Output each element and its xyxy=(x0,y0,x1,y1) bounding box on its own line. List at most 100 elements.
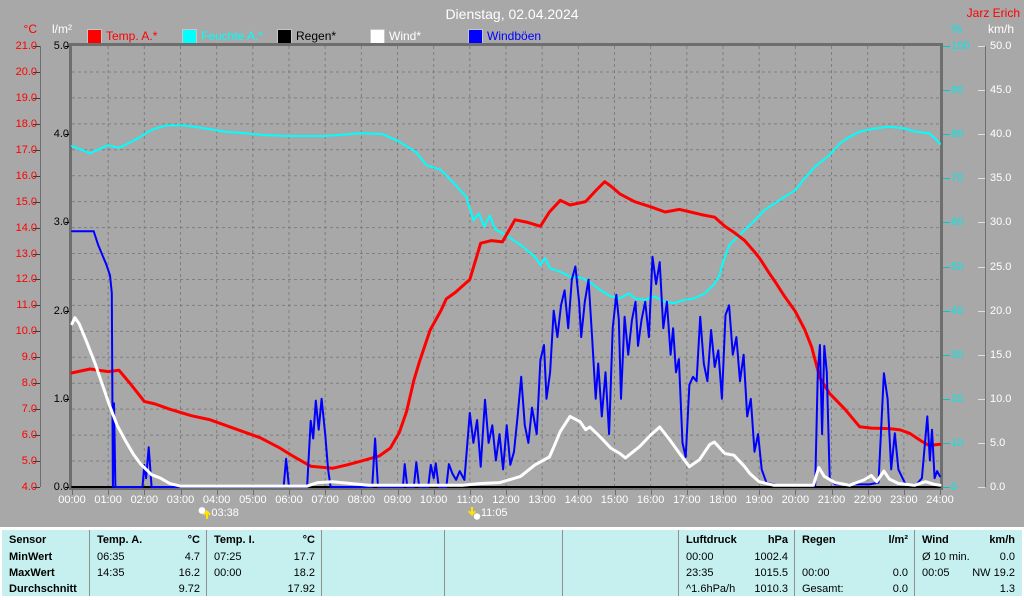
cell-value: 9.72 xyxy=(178,583,200,595)
wind-axis-label: 20.0 xyxy=(990,304,1012,317)
table-column xyxy=(563,530,679,596)
humidity-axis-tick xyxy=(943,354,950,356)
time-axis-label: 08:00 xyxy=(347,494,376,506)
wind-axis-unit: km/h xyxy=(988,22,1015,36)
wind-axis-label: 35.0 xyxy=(990,172,1012,185)
legend-swatch-icon xyxy=(468,28,483,44)
row-label: Durchschnitt xyxy=(9,583,77,595)
legend-label: Windböen xyxy=(487,29,542,43)
legend-item: Temp. A.* xyxy=(87,28,158,44)
humidity-axis-tick xyxy=(943,134,950,136)
wind-axis-tick xyxy=(978,354,985,356)
temp-axis-tick xyxy=(33,97,40,99)
legend-item: Wind* xyxy=(370,28,422,44)
wind-axis-tick xyxy=(978,310,985,312)
rain-axis-unit: l/m² xyxy=(52,22,72,36)
row-label: MinWert xyxy=(9,551,53,563)
legend-item: Feuchte A.* xyxy=(182,28,263,44)
moonset-marker: 11:05 xyxy=(467,506,508,520)
humidity-axis-tick xyxy=(943,310,950,312)
wind-axis-tick xyxy=(978,134,985,136)
wind-axis-label: 15.0 xyxy=(990,348,1012,361)
humidity-axis-label: 100 xyxy=(951,40,970,52)
cell-time: 00:05 xyxy=(922,567,950,579)
time-axis-label: 15:00 xyxy=(600,494,629,506)
cell-value: 17.7 xyxy=(293,551,315,563)
time-axis-label: 13:00 xyxy=(528,494,556,506)
legend-swatch-icon xyxy=(370,28,385,44)
column-header: Temp. I. xyxy=(214,534,255,546)
legend-label: Wind* xyxy=(389,29,422,43)
cell-time: 07:25 xyxy=(214,551,242,563)
time-axis-label: 02:00 xyxy=(130,494,159,506)
cell-time: 00:00 xyxy=(686,551,714,563)
cell-time: ^1.6hPa/h xyxy=(686,583,736,595)
temp-axis-tick xyxy=(33,357,40,359)
temp-axis-tick xyxy=(33,461,40,463)
time-axis-label: 04:00 xyxy=(202,494,231,506)
cell-time: 23:35 xyxy=(686,567,714,579)
temp-axis-tick xyxy=(33,227,40,229)
column-header: Luftdruck xyxy=(686,534,737,546)
time-axis-label: 06:00 xyxy=(275,494,303,506)
humidity-axis-tick xyxy=(943,442,950,444)
legend-swatch-icon xyxy=(182,28,197,44)
humidity-axis-label: 80 xyxy=(951,128,964,141)
temp-axis-tick xyxy=(33,279,40,281)
plot-area xyxy=(69,43,943,490)
wind-axis-label: 50.0 xyxy=(990,40,1012,52)
column-unit: l/m² xyxy=(888,534,908,546)
humidity-axis-tick xyxy=(943,222,950,224)
time-axis-label: 11:00 xyxy=(456,494,484,506)
humidity-axis-tick xyxy=(943,398,950,400)
time-axis-label: 16:00 xyxy=(636,494,665,506)
wind-axis-label: 40.0 xyxy=(990,128,1012,141)
cell-value: 16.2 xyxy=(178,567,200,579)
cell-value: 0.0 xyxy=(892,583,908,595)
cell-value: 4.7 xyxy=(184,551,200,563)
temp-axis-tick xyxy=(33,175,40,177)
time-axis-label: 07:00 xyxy=(311,494,339,506)
time-axis-label: 19:00 xyxy=(745,494,773,506)
wind-axis-line xyxy=(985,46,986,487)
temp-axis-tick xyxy=(33,253,40,255)
row-label: Sensor xyxy=(9,534,47,546)
legend-swatch-icon xyxy=(87,28,102,44)
time-axis-label: 20:00 xyxy=(781,494,810,506)
column-header: Regen xyxy=(802,534,836,546)
cell-value: 0.0 xyxy=(892,567,908,579)
temp-axis-tick xyxy=(33,331,40,333)
summary-table: Sensor MinWert MaxWert Durchschnitt Temp. A.… xyxy=(2,530,1022,596)
temp-axis-tick xyxy=(33,71,40,73)
humidity-axis-tick xyxy=(943,90,950,92)
time-axis-label: 17:00 xyxy=(673,494,701,506)
wind-axis-label: 10.0 xyxy=(990,392,1012,405)
cell-time: 00:00 xyxy=(214,567,242,579)
temp-axis-tick xyxy=(33,46,40,47)
time-axis-label: 00:00 xyxy=(58,494,86,506)
time-axis-label: 09:00 xyxy=(383,494,412,506)
humidity-axis-label: 0 xyxy=(951,481,958,493)
humidity-axis-label: 10 xyxy=(951,436,964,449)
column-header: Temp. A. xyxy=(97,534,143,546)
humidity-axis-tick xyxy=(943,266,950,268)
humidity-axis-unit: % xyxy=(951,22,962,36)
cell-time: 00:00 xyxy=(802,567,830,579)
wind-axis-tick xyxy=(978,487,985,488)
time-axis-label: 14:00 xyxy=(564,494,593,506)
legend-label: Temp. A.* xyxy=(106,29,158,43)
moonset-icon xyxy=(467,507,481,520)
station-owner: Jarz Erich xyxy=(966,6,1020,20)
time-axis-label: 18:00 xyxy=(709,494,737,506)
time-axis-label: 12:00 xyxy=(492,494,520,506)
legend-label: Regen* xyxy=(296,29,337,43)
temp-axis-tick xyxy=(33,201,40,203)
wind-axis-label: 5.0 xyxy=(990,436,1006,449)
table-column: Wind km/h Ø 10 min. 0.0 00:05 NW 19.2 1.3 xyxy=(915,530,1021,596)
page-title: Dienstag, 02.04.2024 xyxy=(445,6,579,22)
cell-value: 17.92 xyxy=(287,583,315,595)
temp-axis-tick xyxy=(33,123,40,125)
table-column: Sensor MinWert MaxWert Durchschnitt xyxy=(2,530,90,596)
humidity-axis-label: 40 xyxy=(951,304,964,317)
cell-value: 1015.5 xyxy=(754,567,788,579)
